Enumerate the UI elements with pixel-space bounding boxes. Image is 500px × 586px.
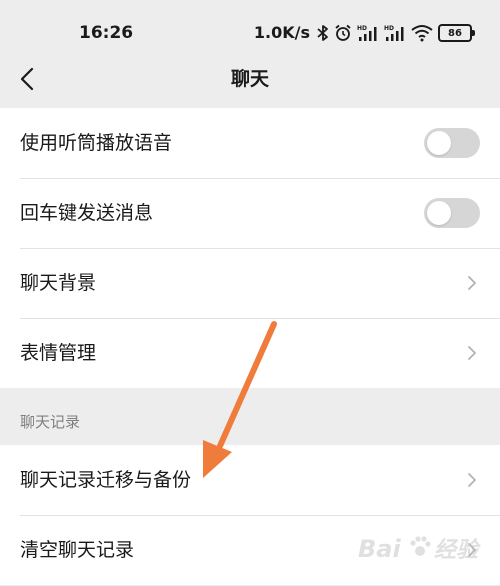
toggle-knob [427,201,451,225]
bluetooth-icon [317,24,329,42]
setting-label: 聊天背景 [20,272,97,294]
status-bar: 16:26 1.0K/s HD HD 86 [0,0,500,52]
battery-level: 86 [448,27,462,39]
use-earpiece-toggle[interactable] [424,128,480,158]
setting-label: 回车键发送消息 [20,202,154,224]
network-speed: 1.0K/s [253,23,310,42]
page-title: 聊天 [230,68,269,90]
setting-label: 使用听筒播放语音 [20,132,173,154]
toggle-knob [427,131,451,155]
chevron-right-icon [468,346,476,360]
section-header-chat-history: 聊天记录 [20,413,81,431]
setting-row-sticker-management[interactable]: 表情管理 [0,318,500,388]
chat-settings-group: 使用听筒播放语音 回车键发送消息 聊天背景 表情管理 [0,108,500,388]
setting-row-chat-background[interactable]: 聊天背景 [0,248,500,318]
battery-icon: 86 [438,24,475,42]
hd-signal-icon: HD [384,24,406,42]
setting-row-clear-history[interactable]: 清空聊天记录 [0,515,500,585]
alarm-icon [334,24,352,42]
chevron-right-icon [468,473,476,487]
svg-text:HD: HD [357,25,367,32]
enter-to-send-toggle[interactable] [424,198,480,228]
setting-row-enter-to-send[interactable]: 回车键发送消息 [0,178,500,248]
setting-row-use-earpiece[interactable]: 使用听筒播放语音 [0,108,500,178]
status-time: 16:26 [79,23,134,43]
chat-history-group: 聊天记录迁移与备份 清空聊天记录 [0,445,500,585]
setting-label: 聊天记录迁移与备份 [20,469,192,491]
svg-text:HD: HD [384,25,394,32]
status-icons: 1.0K/s HD HD 86 [253,22,475,44]
navigation-bar: 聊天 [0,52,500,108]
setting-label: 表情管理 [20,342,97,364]
chevron-right-icon [468,543,476,557]
wifi-icon [411,24,433,42]
setting-label: 清空聊天记录 [20,539,135,561]
hd-signal-icon: HD [357,24,379,42]
chevron-right-icon [468,276,476,290]
setting-row-migrate-backup[interactable]: 聊天记录迁移与备份 [0,445,500,515]
